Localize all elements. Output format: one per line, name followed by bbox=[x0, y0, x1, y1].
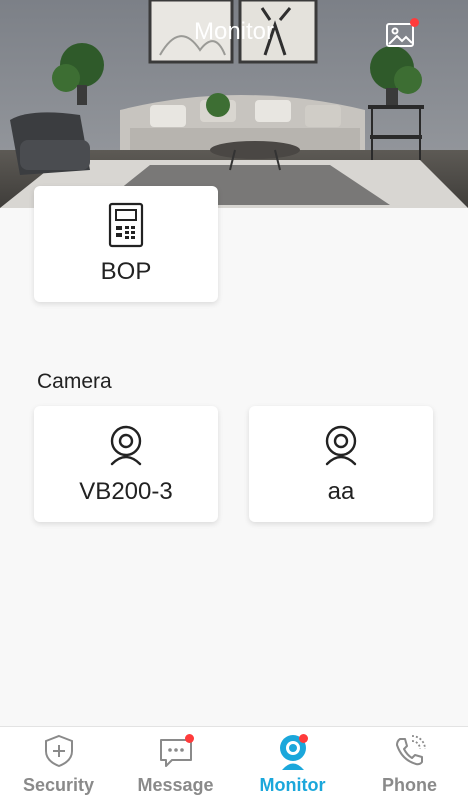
webcam-icon bbox=[110, 425, 142, 466]
camera-label: aa bbox=[327, 478, 355, 505]
gallery-button[interactable] bbox=[384, 18, 419, 50]
camera-card-aa[interactable]: aa bbox=[249, 406, 433, 522]
monitor-badge bbox=[299, 734, 308, 743]
tab-label: Message bbox=[137, 775, 214, 795]
tab-label: Phone bbox=[381, 775, 437, 795]
tab-phone[interactable]: Phone bbox=[351, 727, 468, 800]
camera-label: VB200-3 bbox=[79, 478, 173, 505]
bottom-tab-bar: Security Message Monitor Phone bbox=[0, 726, 468, 800]
camera-card-vb200-3[interactable]: VB200-3 bbox=[34, 406, 218, 522]
tab-message[interactable]: Message bbox=[117, 727, 234, 800]
tab-security[interactable]: Security bbox=[0, 727, 117, 800]
device-label: BOP bbox=[100, 258, 152, 285]
message-badge bbox=[185, 734, 194, 743]
door-station-icon bbox=[108, 202, 144, 248]
header-banner: Monitor bbox=[0, 0, 468, 208]
webcam-icon bbox=[325, 425, 357, 466]
tab-label: Security bbox=[22, 775, 95, 795]
tab-label: Monitor bbox=[259, 775, 326, 795]
phone-icon bbox=[395, 735, 426, 766]
shield-plus-icon bbox=[44, 734, 73, 768]
gallery-badge bbox=[410, 18, 419, 27]
camera-section-label: Camera bbox=[37, 370, 112, 393]
tab-monitor[interactable]: Monitor bbox=[234, 727, 351, 800]
device-card-bop[interactable]: BOP bbox=[34, 186, 218, 302]
